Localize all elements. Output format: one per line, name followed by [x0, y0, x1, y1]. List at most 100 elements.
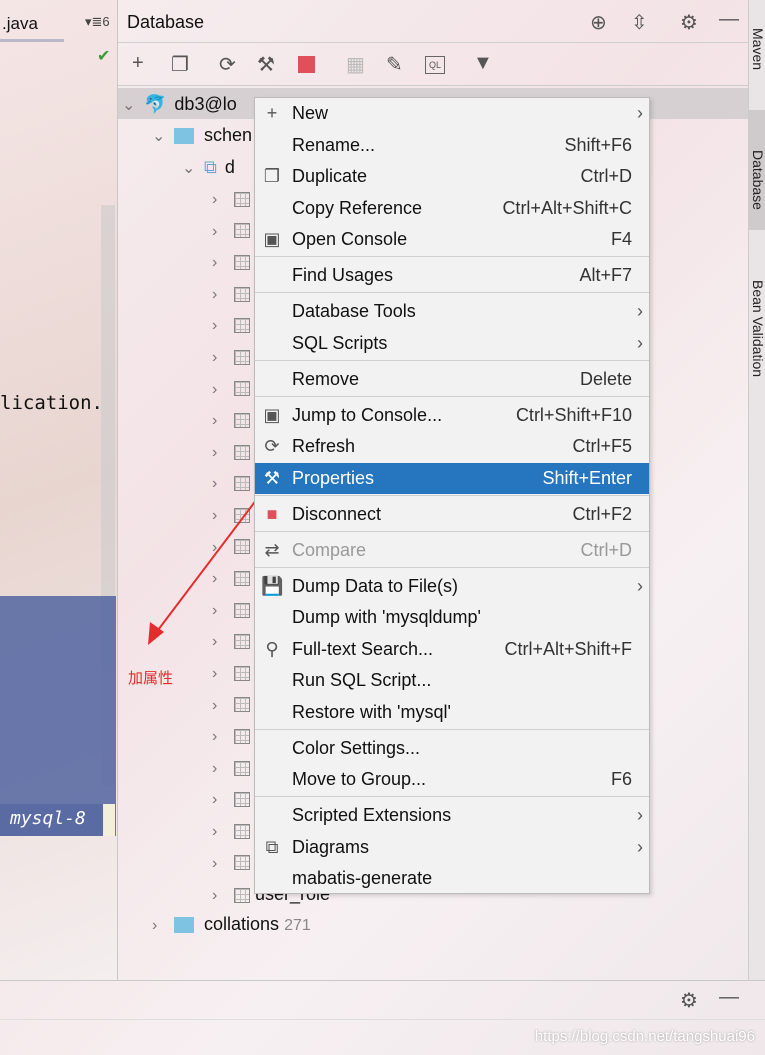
collations-label: collations [204, 914, 280, 934]
menu-item-scripted-extensions[interactable]: Scripted Extensions › [255, 800, 649, 831]
collapse-all-icon[interactable]: ⇳ [631, 10, 648, 35]
tree-table[interactable]: › [212, 846, 250, 878]
menu-item-shortcut: F4 [610, 229, 632, 249]
menu-item-shortcut: Shift+Enter [542, 468, 632, 488]
chevron-right-icon: › [212, 443, 218, 461]
folder-icon [174, 128, 194, 145]
annotation-arrow [148, 494, 261, 645]
chevron-right-icon: › [212, 412, 218, 430]
menu-item-remove[interactable]: Remove Delete [255, 364, 649, 395]
chevron-right-icon: › [212, 728, 218, 746]
duplicate-icon[interactable]: ❐ [171, 52, 189, 77]
menu-item-label: mabatis-generate [292, 868, 433, 888]
edit-icon[interactable]: ✎ [386, 52, 403, 77]
menu-item-label: Restore with 'mysql' [292, 702, 451, 722]
menu-separator [255, 796, 649, 797]
chevron-right-icon: › [637, 837, 643, 857]
menu-item-move-to-group[interactable]: Move to Group... F6 [255, 764, 649, 795]
menu-item-rename[interactable]: Rename... Shift+F6 [255, 130, 649, 161]
table-icon[interactable]: ▦ [346, 52, 365, 77]
menu-item-disconnect[interactable]: ■ Disconnect Ctrl+F2 [255, 499, 649, 530]
menu-item-label: SQL Scripts [292, 333, 388, 353]
properties-icon: ⚒ [263, 468, 281, 488]
menu-item-compare[interactable]: ⇄ Compare Ctrl+D [255, 535, 649, 566]
chevron-right-icon: › [637, 805, 643, 825]
menu-item-shortcut: Ctrl+D [580, 540, 632, 560]
tree-table[interactable]: › [212, 372, 250, 404]
chevron-down-icon: ⌄ [122, 97, 136, 114]
tree-table[interactable]: › [212, 814, 250, 846]
caret-area [103, 804, 115, 836]
editor-tab[interactable]: .java [0, 8, 64, 42]
refresh-icon[interactable]: ⟳ [219, 52, 236, 77]
tree-table[interactable]: › [212, 340, 250, 372]
tree-table[interactable]: › [212, 719, 250, 751]
menu-item-find-usages[interactable]: Find Usages Alt+F7 [255, 260, 649, 291]
table-icon [234, 318, 250, 334]
minimize-icon[interactable]: — [719, 8, 739, 31]
tree-schemas[interactable]: ⌄ schen [152, 119, 252, 151]
tree-table[interactable]: › [212, 308, 250, 340]
menu-item-refresh[interactable]: ⟳ Refresh Ctrl+F5 [255, 431, 649, 462]
chevron-right-icon: › [637, 576, 643, 596]
menu-item-shortcut: Ctrl+F5 [572, 436, 632, 456]
table-icon [234, 792, 250, 808]
properties-icon[interactable]: ⚒ [257, 52, 275, 77]
menu-item-restore-with-mysql[interactable]: Restore with 'mysql' [255, 697, 649, 728]
gear-icon[interactable]: ⚙ [680, 988, 698, 1013]
menu-item-new[interactable]: + New › [255, 98, 649, 129]
menu-item-dump-data-to-file-s[interactable]: 💾 Dump Data to File(s) › [255, 571, 649, 602]
tree-table[interactable]: › [212, 688, 250, 720]
tree-table[interactable]: › [212, 782, 250, 814]
menu-item-database-tools[interactable]: Database Tools › [255, 296, 649, 327]
locate-icon[interactable]: ⊕ [590, 10, 607, 35]
tree-connection[interactable]: ⌄ 🐬 db3@lo [122, 88, 237, 120]
menu-item-mabatis-generate[interactable]: mabatis-generate [255, 863, 649, 894]
code-line: lication. [0, 392, 103, 414]
add-icon[interactable]: + [132, 52, 144, 75]
menu-item-diagrams[interactable]: ⧉ Diagrams › [255, 832, 649, 863]
minimize-icon[interactable]: — [719, 986, 739, 1009]
menu-item-label: Dump with 'mysqldump' [292, 607, 481, 627]
inspection-ok-icon: ✔ [97, 48, 111, 65]
tool-tab-database[interactable]: Database [749, 110, 765, 230]
table-icon [234, 381, 250, 397]
tool-tab-maven[interactable]: Maven [749, 28, 765, 70]
tab-list-button[interactable]: ▾≣6 [85, 14, 110, 30]
tree-table[interactable]: › [212, 435, 250, 467]
table-icon [234, 286, 250, 302]
connection-label: db3@lo [174, 94, 237, 114]
menu-item-open-console[interactable]: ▣ Open Console F4 [255, 224, 649, 255]
menu-item-sql-scripts[interactable]: SQL Scripts › [255, 328, 649, 359]
menu-item-shortcut: Delete [579, 369, 632, 389]
console-icon[interactable]: QL [425, 56, 445, 74]
menu-item-color-settings[interactable]: Color Settings... [255, 733, 649, 764]
schema-icon: ⧉ [204, 157, 217, 177]
menu-item-dump-with-mysqldump[interactable]: Dump with 'mysqldump' [255, 602, 649, 633]
tree-table[interactable]: › [212, 403, 250, 435]
tree-schema[interactable]: ⌄ ⧉ d [182, 151, 235, 183]
menu-item-label: Remove [292, 369, 360, 389]
tool-tab-bean-validation[interactable]: Bean Validation [749, 280, 765, 377]
menu-item-duplicate[interactable]: ❐ Duplicate Ctrl+D [255, 161, 649, 192]
tree-table[interactable]: › [212, 182, 250, 214]
menu-item-run-sql-script[interactable]: Run SQL Script... [255, 665, 649, 696]
tree-table[interactable]: › [212, 751, 250, 783]
filter-icon[interactable]: ▼ [473, 52, 493, 75]
menu-item-shortcut: Shift+F6 [564, 135, 632, 155]
menu-item-jump-to-console[interactable]: ▣ Jump to Console... Ctrl+Shift+F10 [255, 400, 649, 431]
menu-item-copy-reference[interactable]: Copy Reference Ctrl+Alt+Shift+C [255, 193, 649, 224]
tree-table[interactable]: › [212, 214, 250, 246]
menu-item-properties[interactable]: ⚒ Properties Shift+Enter [255, 463, 649, 494]
gear-icon[interactable]: ⚙ [680, 10, 698, 35]
tree-table[interactable]: › [212, 277, 250, 309]
tree-table[interactable]: › [212, 656, 250, 688]
chevron-right-icon: › [152, 917, 158, 934]
menu-item-full-text-search[interactable]: ⚲ Full-text Search... Ctrl+Alt+Shift+F [255, 634, 649, 665]
tree-table[interactable]: › [212, 245, 250, 277]
chevron-right-icon: › [212, 317, 218, 335]
menu-item-label: Duplicate [292, 166, 368, 186]
tree-collations[interactable]: › collations 271 [152, 908, 311, 940]
menu-item-label: Dump Data to File(s) [292, 576, 459, 596]
stop-icon[interactable] [298, 56, 315, 73]
